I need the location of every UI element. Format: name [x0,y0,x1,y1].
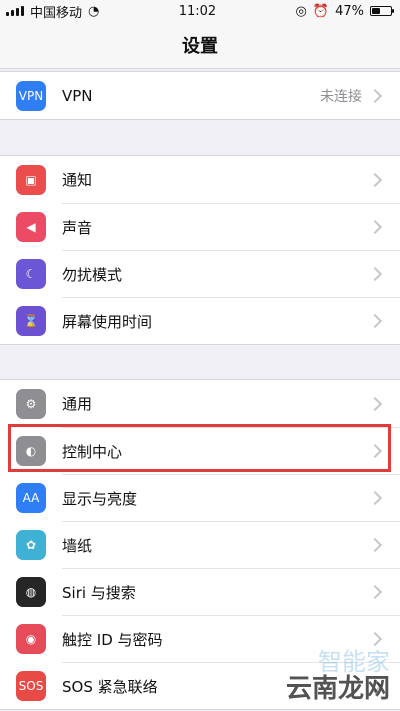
settings-row-general[interactable]: ⚙ 通用 [0,380,400,427]
fingerprint-icon: ◉ [16,624,46,654]
text-size-icon: AA [16,483,46,513]
settings-row-display-brightness[interactable]: AA 显示与亮度 [0,474,400,521]
settings-row-screen-time[interactable]: ⌛ 屏幕使用时间 [0,297,400,344]
chevron-right-icon [367,537,383,553]
settings-row-control-center[interactable]: ◐ 控制中心 [0,427,400,474]
chevron-right-icon [367,266,383,282]
flower-icon: ✿ [16,530,46,560]
row-label: 显示与亮度 [62,489,138,508]
moon-icon: ☾ [16,259,46,289]
settings-row-notifications[interactable]: ▣ 通知 [0,156,400,203]
row-label: 控制中心 [62,442,123,461]
status-left: 中国移动 ◔ [0,2,99,21]
watermark-secondary: 智能家 [318,648,390,676]
gear-icon: ⚙ [16,389,46,419]
row-label: 声音 [62,218,93,237]
settings-row-sounds[interactable]: ◀ 声音 [0,203,400,250]
toggle-icon: ◐ [16,436,46,466]
settings-group-2: ▣ 通知 ◀ 声音 ☾ 勿扰模式 ⌛ 屏幕使用时间 [0,155,400,345]
row-label: 勿扰模式 [62,265,123,284]
speaker-icon: ◀ [16,212,46,242]
row-label: VPN [62,86,93,105]
battery-percent: 47% [335,3,364,19]
status-bar: 中国移动 ◔ 11:02 ◎ ⏰ 47% [0,0,400,22]
vpn-icon: VPN [16,81,46,111]
notification-icon: ▣ [16,165,46,195]
hourglass-icon: ⌛ [16,306,46,336]
status-right: ◎ ⏰ 47% [296,4,400,19]
siri-icon: ◍ [16,577,46,607]
signal-icon [6,6,24,16]
row-label: Siri 与搜索 [62,583,136,602]
battery-icon [369,6,394,16]
settings-row-wallpaper[interactable]: ✿ 墙纸 [0,521,400,568]
watermark: 智能家 云南龙网 [285,648,390,705]
chevron-right-icon [367,396,383,411]
alarm-icon: ⏰ [312,3,330,19]
nav-bar: 设置 [0,22,400,69]
settings-row-vpn[interactable]: VPN VPN 未连接 [0,72,400,119]
chevron-right-icon [367,172,383,187]
row-label: 墙纸 [62,536,93,555]
wifi-icon: ◔ [88,3,100,19]
chevron-right-icon [367,313,383,329]
settings-row-do-not-disturb[interactable]: ☾ 勿扰模式 [0,250,400,297]
row-label: 通用 [62,395,93,413]
chevron-right-icon [367,584,383,600]
status-time: 11:02 [178,3,217,19]
page-title: 设置 [182,36,218,57]
chevron-right-icon [367,490,383,506]
lock-rotation-icon: ◎ [295,3,307,19]
chevron-right-icon [367,88,383,103]
row-value: 未连接 [320,88,362,105]
sos-icon: SOS [16,671,46,701]
watermark-main: 云南龙网 [285,674,390,704]
chevron-right-icon [367,443,383,459]
settings-row-siri-search[interactable]: ◍ Siri 与搜索 [0,568,400,615]
chevron-right-icon [367,219,383,235]
settings-group-1: VPN VPN 未连接 [0,71,400,120]
row-label: 通知 [62,171,93,189]
row-label: 屏幕使用时间 [62,312,153,331]
carrier-label: 中国移动 [30,5,83,21]
